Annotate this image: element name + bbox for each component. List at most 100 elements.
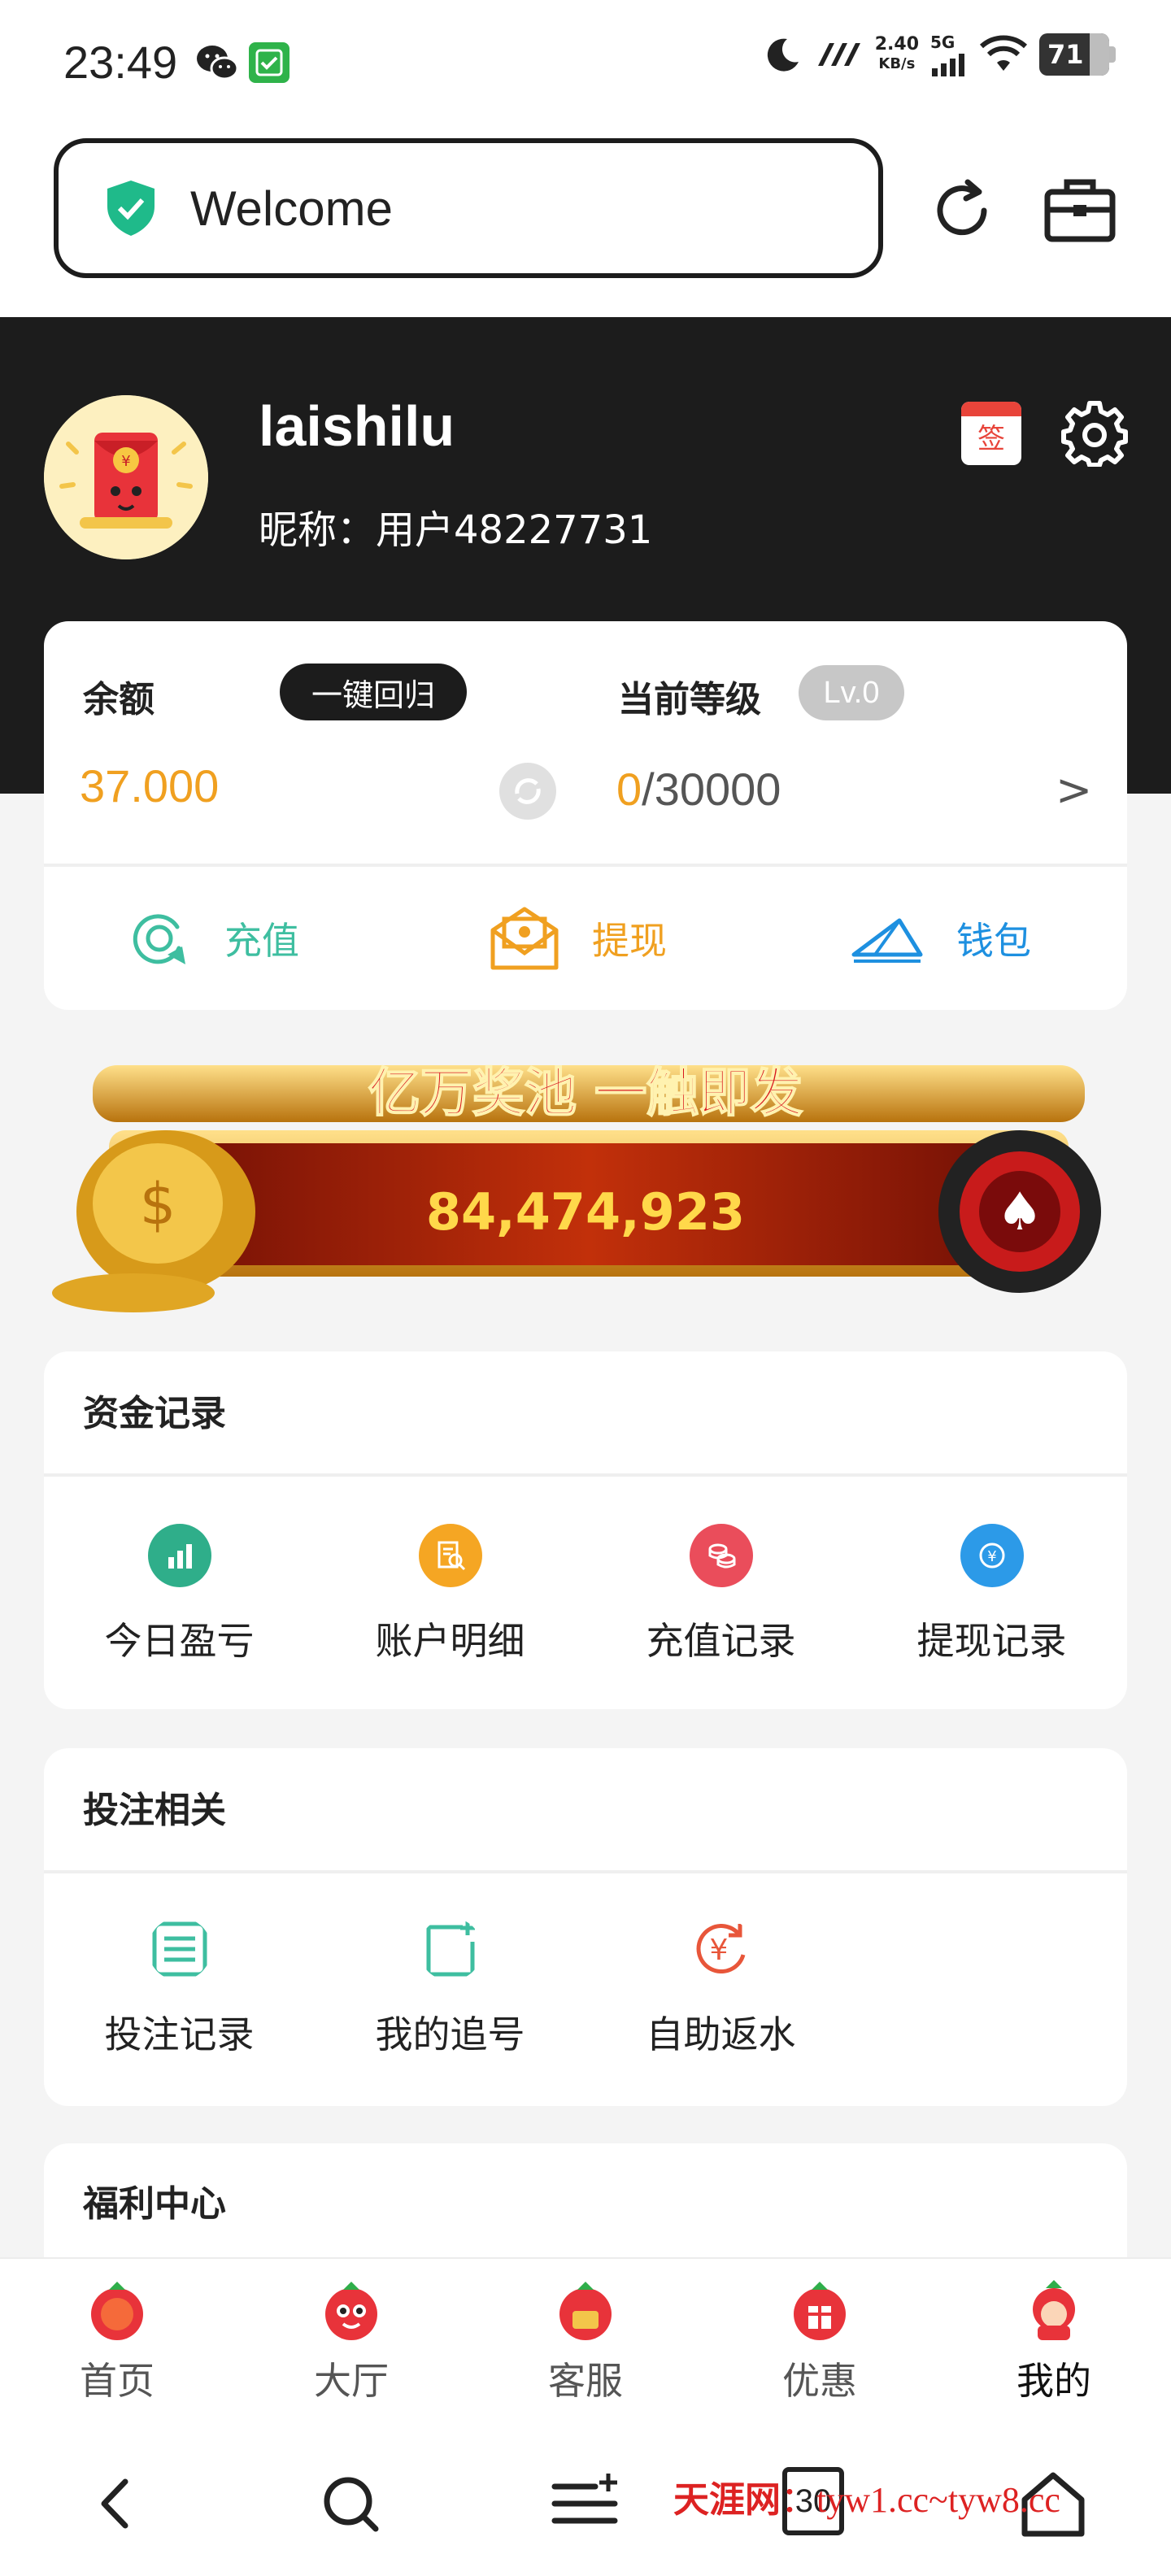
tab-label: 大厅 [314,2359,389,2403]
battery-indicator: 71 [1039,33,1116,76]
tab-label: 优惠 [782,2359,857,2403]
moon-icon [767,38,799,72]
self-rebate-item[interactable]: ¥ 自助返水 [586,1917,856,2059]
status-indicators: 2.40 KB/s 5G 71 [763,33,1116,76]
bar-chart-icon [147,1524,211,1587]
recharge-icon [133,914,185,964]
welfare-section-title: 福利中心 [83,2183,226,2225]
tab-mine[interactable]: 我的 [937,2278,1171,2405]
divider [44,864,1127,867]
level-detail-arrow[interactable]: > [1056,764,1092,816]
toolbox-icon[interactable] [1041,172,1119,247]
watermark-text: 天涯网：tyw1.cc~tyw8.cc [673,2480,1060,2520]
back-icon[interactable] [80,2467,153,2540]
wallet-button[interactable]: 钱包 [851,898,1031,979]
network-type: 5G [930,33,956,52]
withdraw-record-item[interactable]: ¥ 提现记录 [856,1524,1127,1665]
home-mascot-icon [91,2282,143,2340]
today-profit-loss-item[interactable]: 今日盈亏 [44,1524,315,1665]
balance-label: 余额 [83,679,155,720]
service-mascot-icon [559,2282,612,2340]
recharge-button[interactable]: 充值 [127,898,299,979]
level-progress: 0/30000 [616,764,781,815]
funds-record-card: 资金记录 今日盈亏 账户明细 充值记录 ¥ 提现记录 [44,1351,1127,1709]
tab-customer-service[interactable]: 客服 [468,2278,703,2405]
cell-signal: 5G [930,33,968,76]
svg-text:¥: ¥ [709,1934,728,1967]
tab-label: 我的 [1016,2359,1091,2403]
add-square-icon [426,1921,475,1977]
recharge-record-item[interactable]: 充值记录 [586,1524,856,1665]
betting-card: 投注相关 投注记录 我的追号 ¥ 自助返水 [44,1748,1127,2106]
wallet-label: 钱包 [956,919,1031,963]
status-time: 23:49 [63,37,178,88]
list-icon [152,1921,207,1977]
recharge-label: 充值 [224,919,299,963]
address-text: Welcome [190,181,393,236]
sign-in-button[interactable]: 签 [961,402,1021,465]
yuan-cycle-icon: ¥ [696,1924,745,1973]
item-label: 今日盈亏 [104,1619,255,1663]
level-badge: Lv.0 [799,665,904,720]
item-label: 自助返水 [646,2012,796,2056]
tab-label: 首页 [80,2359,155,2403]
address-bar[interactable]: Welcome [54,138,883,278]
item-label: 充值记录 [646,1619,796,1663]
system-navigation-bar: 30 天涯网：tyw1.cc~tyw8.cc [0,2417,1171,2576]
svg-text:¥: ¥ [987,1548,996,1565]
wifi-icon [979,35,1028,71]
lobby-mascot-icon [325,2282,377,2340]
bet-record-item[interactable]: 投注记录 [44,1917,315,2059]
jackpot-amount: 84,474,923 [426,1182,745,1242]
account-details-item[interactable]: 账户明细 [315,1524,586,1665]
item-label: 账户明细 [375,1619,525,1663]
divider [44,1473,1127,1477]
banner-title: 亿万奖池 一触即发 [368,1064,803,1124]
signal-boost-icon [817,43,860,66]
divider [44,1870,1127,1873]
balance-refresh-icon[interactable] [499,763,556,820]
tab-label: 客服 [548,2359,623,2403]
username: laishilu [259,394,455,458]
menu-icon[interactable] [548,2467,621,2540]
promo-mascot-icon [794,2282,846,2340]
yuan-exchange-icon: ¥ [960,1524,1024,1587]
withdraw-envelope-icon [490,907,559,970]
balance-value: 37.000 [80,760,220,812]
jackpot-banner[interactable]: $ ♠ 亿万奖池 一触即发 84,474,923 [44,1049,1127,1317]
notification-icons [194,39,289,86]
withdraw-button[interactable]: 提现 [490,898,667,979]
svg-text:¥: ¥ [121,453,130,470]
banner-gold-bag-icon: $ [52,1130,255,1312]
browser-toolbar: Welcome [0,122,1171,317]
tab-home[interactable]: 首页 [0,2278,234,2405]
my-chase-item[interactable]: 我的追号 [315,1917,586,2059]
bottom-tab-bar: 首页 大厅 客服 优惠 我的 [0,2257,1171,2417]
betting-section-title: 投注相关 [83,1790,226,1831]
balance-card: 余额 一键回归 37.000 当前等级 Lv.0 0/30000 > 充值 提现… [44,621,1127,1010]
wallet-plane-icon [851,918,923,963]
item-label: 投注记录 [104,2012,255,2056]
net-speed: 2.40 KB/s [874,34,919,73]
item-label: 提现记录 [916,1619,1067,1663]
avatar[interactable]: ¥ [44,395,208,559]
sign-in-label: 签 [977,423,1005,455]
tab-lobby[interactable]: 大厅 [234,2278,468,2405]
secure-shield-icon [107,181,155,236]
cell-signal-icon [932,54,964,76]
svg-text:$: $ [140,1171,176,1238]
mine-mascot-icon [1033,2280,1075,2340]
refresh-icon[interactable] [925,174,999,247]
item-label: 我的追号 [375,2012,525,2056]
banner-poker-chip-icon: ♠ [938,1130,1101,1293]
funds-section-title: 资金记录 [83,1393,226,1434]
tab-promotions[interactable]: 优惠 [703,2278,937,2405]
level-label: 当前等级 [618,679,761,720]
settings-gear-icon[interactable] [1060,398,1129,467]
coin-stack-icon [689,1524,753,1587]
withdraw-label: 提现 [592,919,667,963]
search-icon[interactable] [314,2467,387,2540]
wechat-icon [197,46,239,80]
one-click-return-button[interactable]: 一键回归 [280,664,467,720]
status-bar: 23:49 2.40 KB/s 5G 71 [0,0,1171,122]
